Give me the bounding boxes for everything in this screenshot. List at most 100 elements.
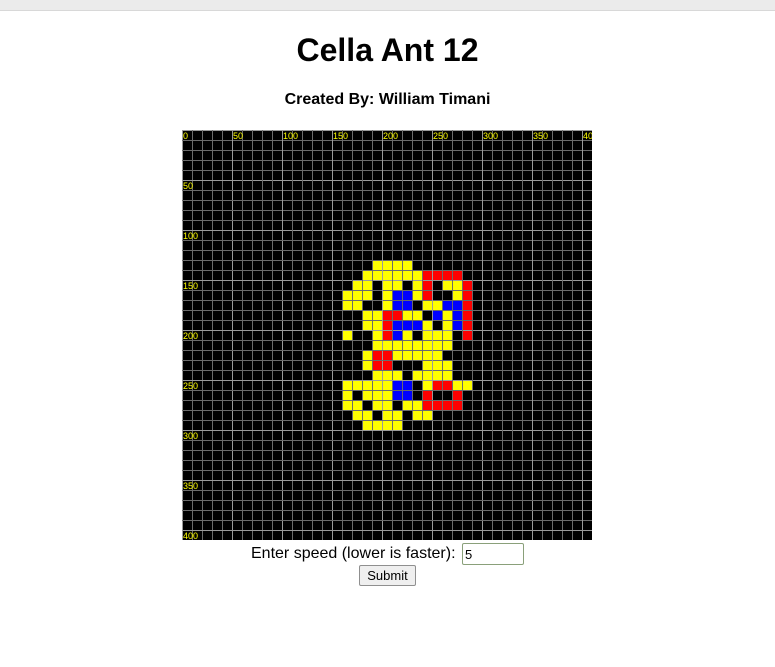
browser-top-bar (0, 0, 775, 11)
grid-cell (422, 410, 432, 420)
grid-cell (422, 300, 432, 310)
grid-cell (452, 310, 462, 320)
grid-cell (362, 410, 372, 420)
grid-cell (452, 360, 462, 370)
grid-cell (412, 400, 422, 410)
grid-cell (402, 380, 412, 390)
grid-cell (452, 370, 462, 380)
grid-cell (392, 270, 402, 280)
grid-cell (402, 320, 412, 330)
grid-cell (422, 330, 432, 340)
grid-cell (442, 290, 452, 300)
grid-cell (392, 300, 402, 310)
grid-cell (372, 390, 382, 400)
grid-cell (392, 350, 402, 360)
grid-cell (392, 390, 402, 400)
grid-cell (392, 410, 402, 420)
grid-cell (442, 350, 452, 360)
x-axis-label: 400 (583, 131, 592, 141)
grid-cell (342, 350, 352, 360)
grid-cell (422, 340, 432, 350)
grid-cell (382, 300, 392, 310)
grid-cell (452, 320, 462, 330)
x-axis-label: 150 (333, 131, 348, 141)
grid-cell (392, 420, 402, 430)
grid-cell (372, 290, 382, 300)
grid-svg: 0 50 100 150 200 250 300 350 400 50 100 150 200 250 30… (182, 130, 592, 540)
grid-cell (442, 400, 452, 410)
grid-cell (422, 380, 432, 390)
grid-cell (372, 260, 382, 270)
grid-cell (412, 340, 422, 350)
grid-cell (372, 360, 382, 370)
y-axis-label: 250 (183, 381, 198, 391)
grid-cell (352, 390, 362, 400)
y-axis-label: 400 (183, 531, 198, 540)
page-title: Cella Ant 12 (296, 32, 479, 68)
grid-cell (432, 290, 442, 300)
grid-cell (432, 270, 442, 280)
grid-cell (412, 290, 422, 300)
grid-cell (462, 280, 472, 290)
grid-cell (402, 310, 412, 320)
grid-cell (432, 280, 442, 290)
grid-cell (382, 330, 392, 340)
grid-cell (362, 390, 372, 400)
grid-cell (442, 310, 452, 320)
grid-cell (452, 390, 462, 400)
grid-cell (402, 290, 412, 300)
grid-cell (402, 280, 412, 290)
grid-cell (452, 350, 462, 360)
grid-cell (342, 400, 352, 410)
grid-cell (382, 260, 392, 270)
grid-cell (462, 320, 472, 330)
grid-cell (362, 420, 372, 430)
grid-cell (422, 270, 432, 280)
grid-cell (342, 390, 352, 400)
x-axis-label: 0 (183, 131, 188, 141)
grid-cell (462, 300, 472, 310)
grid-cell (412, 280, 422, 290)
y-axis-label: 50 (183, 181, 193, 191)
grid-cell (352, 350, 362, 360)
grid-cell (382, 370, 392, 380)
grid-cell (412, 320, 422, 330)
grid-cell (432, 340, 442, 350)
grid-cell (392, 290, 402, 300)
grid-cell (462, 310, 472, 320)
grid-cell (412, 370, 422, 380)
grid-cell (382, 400, 392, 410)
grid-cell (372, 420, 382, 430)
grid-cell (432, 350, 442, 360)
grid-cell (452, 330, 462, 340)
grid-cell (402, 300, 412, 310)
grid-cell (382, 310, 392, 320)
grid-cell (422, 310, 432, 320)
grid-cell (412, 330, 422, 340)
grid-cell (372, 340, 382, 350)
grid-cell (392, 280, 402, 290)
grid-cell (442, 360, 452, 370)
grid-cell (392, 330, 402, 340)
grid-cell (372, 300, 382, 310)
grid-cell (422, 350, 432, 360)
grid-cell (362, 270, 372, 280)
grid-cell (362, 320, 372, 330)
speed-input[interactable] (461, 543, 524, 565)
grid-cell (432, 380, 442, 390)
grid-cell (402, 330, 412, 340)
grid-cell (452, 400, 462, 410)
grid-cell (372, 330, 382, 340)
grid-cell (412, 390, 422, 400)
grid-cell (442, 390, 452, 400)
grid-cell (422, 370, 432, 380)
x-axis-label: 300 (483, 131, 498, 141)
grid-cell (432, 310, 442, 320)
grid-cell (372, 380, 382, 390)
grid-cell (412, 380, 422, 390)
grid-cell (352, 360, 362, 370)
author-credit: Created By: William Timani (284, 91, 491, 108)
grid-cell (382, 320, 392, 330)
ant-grid-canvas[interactable]: 0 50 100 150 200 250 300 350 400 50 100 150 200 250 30… (182, 130, 592, 540)
submit-button[interactable]: Submit (359, 565, 416, 586)
